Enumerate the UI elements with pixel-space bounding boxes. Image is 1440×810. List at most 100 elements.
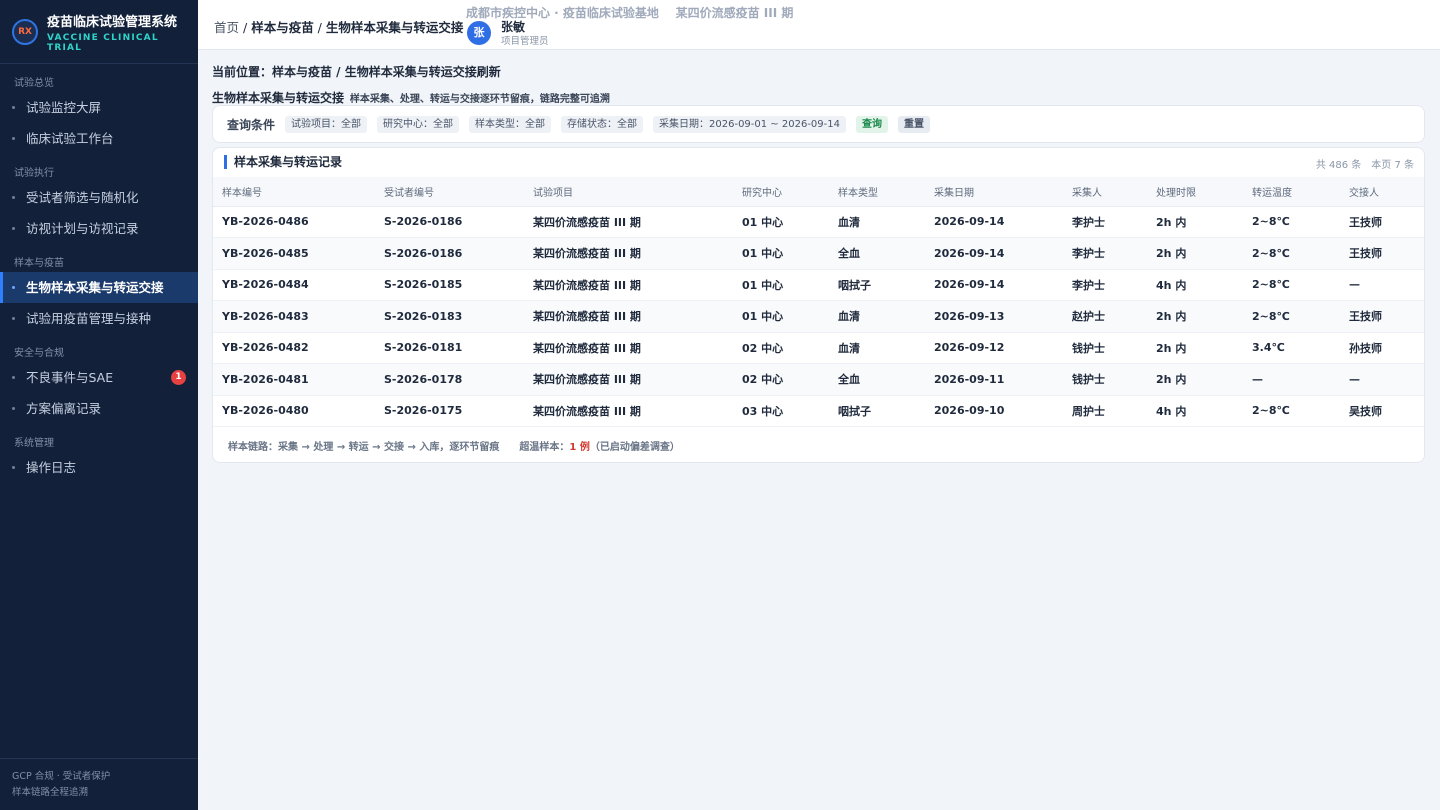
sidebar-item-label: 不良事件与SAE [26,370,114,385]
sidebar-item-label: 方案偏离记录 [26,401,102,416]
sidebar-item[interactable]: 临床试验工作台 [0,123,198,154]
table-cell: — [1243,363,1340,396]
bullet-icon [12,407,15,410]
page-title: 生物样本采集与转运交接 [212,91,345,105]
filter-bar: 查询条件 试验项目：全部 研究中心：全部 样本类型：全部 存储状态：全部 采集日期：20… [212,105,1425,143]
sidebar-item[interactable]: 不良事件与SAE 1 [0,362,198,393]
sidebar-item-label: 临床试验工作台 [26,131,114,146]
bullet-icon [12,137,15,140]
table-cell: 某四价流感疫苗 III 期 [524,237,733,270]
table-cell: 01 中心 [733,237,829,270]
table-footnote: 样本链路：采集 → 处理 → 转运 → 交接 → 入库，逐环节留痕 超温样本：1 … [228,438,680,453]
nav-group-label: 安全与合规 [14,348,64,359]
table-cell: 某四价流感疫苗 III 期 [524,395,733,427]
table-cell: 3.4℃ [1243,332,1340,364]
table-cell: 01 中心 [733,300,829,333]
total-count: 共 486 条 [1315,160,1362,171]
table-cell: 4h 内 [1147,395,1243,427]
column-header[interactable]: 样本编号 [213,177,375,207]
table-cell: — [1340,363,1424,396]
breadcrumb: 首页 / 样本与疫苗 / 生物样本采集与转运交接 [214,17,463,36]
table-cell: 2~8℃ [1243,269,1340,301]
sidebar-item-label: 访视计划与访视记录 [26,221,139,236]
filter-chip[interactable]: 采集日期：2026-09-01 ~ 2026-09-14 [653,115,846,133]
table-row[interactable]: YB-2026-0483 S-2026-0183 某四价流感疫苗 III 期 01 中… [213,300,1424,333]
filter-chip[interactable]: 存储状态：全部 [561,115,644,133]
table-row[interactable]: YB-2026-0482 S-2026-0181 某四价流感疫苗 III 期 02 中… [213,332,1424,364]
table-cell: 血清 [829,300,925,333]
over-temp-note: （已启动偏差调查） [589,442,680,453]
table-cell: 某四价流感疫苗 III 期 [524,363,733,396]
column-header[interactable]: 样本类型 [829,177,925,207]
records-card: 样本采集与转运记录 共 486 条本页 7 条 样本编号 受试者编号 试验项目 研究中… [212,147,1425,463]
column-header[interactable]: 试验项目 [524,177,733,207]
table-cell: 2026-09-12 [925,332,1063,364]
page-heading: 生物样本采集与转运交接 样本采集、处理、转运与交接逐环节留痕，链路完整可追溯 [212,89,610,106]
over-temp-count: 1 例 [569,442,590,453]
table-cell: 李护士 [1063,237,1147,270]
table-cell: 2h 内 [1147,237,1243,270]
table-row[interactable]: YB-2026-0485 S-2026-0186 某四价流感疫苗 III 期 01 中… [213,237,1424,270]
sidebar-item[interactable]: 受试者筛选与随机化 [0,182,198,213]
bullet-icon [12,466,15,469]
table-cell: 03 中心 [733,395,829,427]
avatar[interactable]: 张 [467,21,491,45]
table-cell: 某四价流感疫苗 III 期 [524,332,733,364]
column-header[interactable]: 转运温度 [1243,177,1340,207]
table-row[interactable]: YB-2026-0481 S-2026-0178 某四价流感疫苗 III 期 02 中… [213,363,1424,396]
column-header[interactable]: 采集人 [1063,177,1147,207]
sidebar-footer-line: 样本链路全程追溯 [12,787,89,798]
table-cell: S-2026-0181 [375,332,524,364]
bullet-icon [12,106,15,109]
brand-title: 疫苗临床试验管理系统 [47,14,178,30]
query-button[interactable]: 查询 [855,115,888,133]
table-row[interactable]: YB-2026-0484 S-2026-0185 某四价流感疫苗 III 期 01 中… [213,269,1424,301]
filter-chip[interactable]: 试验项目：全部 [285,115,368,133]
table-cell: 王技师 [1340,300,1424,333]
table-cell: S-2026-0186 [375,237,524,270]
breadcrumb-separator: / [239,20,252,35]
column-header[interactable]: 处理时限 [1147,177,1243,207]
sidebar-item-label: 操作日志 [26,460,77,475]
sidebar-item[interactable]: 操作日志 [0,452,198,483]
table-cell: 钱护士 [1063,363,1147,396]
sidebar-item-label: 试验监控大屏 [26,100,102,115]
reset-button[interactable]: 重置 [897,115,930,133]
sidebar-item[interactable]: 访视计划与访视记录 [0,213,198,244]
table-cell: 周护士 [1063,395,1147,427]
table-row[interactable]: YB-2026-0486 S-2026-0186 某四价流感疫苗 III 期 01 中… [213,206,1424,238]
bullet-icon [12,317,15,320]
table-cell: 钱护士 [1063,332,1147,364]
filter-chip[interactable]: 研究中心：全部 [377,115,460,133]
table-cell: 4h 内 [1147,269,1243,301]
sidebar-item[interactable]: 方案偏离记录 [0,393,198,424]
column-header[interactable]: 采集日期 [925,177,1063,207]
column-header[interactable]: 研究中心 [733,177,829,207]
nav-group-label: 试验执行 [14,168,54,179]
sidebar-item[interactable]: 试验用疫苗管理与接种 [0,303,198,334]
table-cell: S-2026-0186 [375,206,524,238]
table-cell: 咽拭子 [829,395,925,427]
column-header[interactable]: 交接人 [1340,177,1424,207]
sidebar-item[interactable]: 生物样本采集与转运交接 [0,272,198,303]
breadcrumb-home-link[interactable]: 首页 [214,20,239,35]
bullet-icon [12,376,15,379]
breadcrumb-section[interactable]: 样本与疫苗 [251,20,314,35]
table-cell: YB-2026-0486 [213,206,375,238]
over-temp-label: 超温样本： [519,442,570,453]
filter-chip[interactable]: 样本类型：全部 [469,115,552,133]
current-location: 当前位置：样本与疫苗 / 生物样本采集与转运交接刷新 [212,65,501,79]
table-cell: YB-2026-0483 [213,300,375,333]
table-cell: YB-2026-0482 [213,332,375,364]
column-header[interactable]: 受试者编号 [375,177,524,207]
table-cell: 2~8℃ [1243,395,1340,427]
table-cell: 吴技师 [1340,395,1424,427]
table-row[interactable]: YB-2026-0480 S-2026-0175 某四价流感疫苗 III 期 03 中… [213,395,1424,427]
sidebar-item[interactable]: 试验监控大屏 [0,92,198,123]
bullet-icon [12,196,15,199]
table-cell: YB-2026-0481 [213,363,375,396]
table-cell: 某四价流感疫苗 III 期 [524,300,733,333]
sidebar-item-label: 生物样本采集与转运交接 [26,280,164,295]
nav-group-label: 试验总览 [14,78,54,89]
bullet-icon [12,286,15,289]
